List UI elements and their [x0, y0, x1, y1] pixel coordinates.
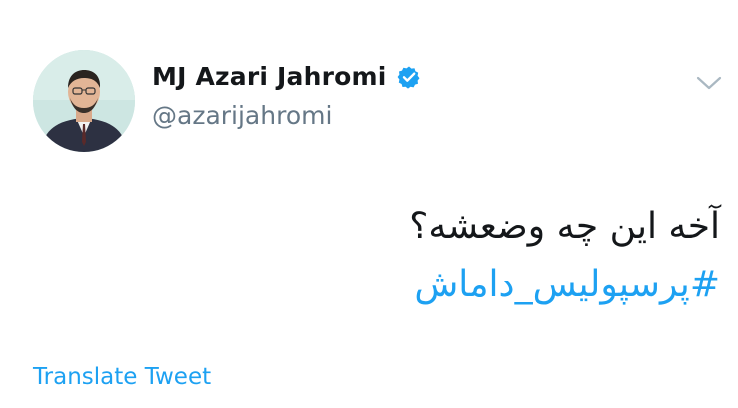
tweet-text: آخه این چه وضعشه؟	[409, 206, 720, 247]
chevron-down-icon[interactable]	[695, 74, 723, 92]
avatar-photo	[33, 50, 135, 152]
display-name[interactable]: MJ Azari Jahromi	[152, 62, 387, 91]
tweet-card: MJ Azari Jahromi @azarijahromi آخه این چ…	[0, 0, 738, 408]
user-handle[interactable]: @azarijahromi	[152, 101, 332, 130]
tweet-body: آخه این چه وضعشه؟ #پرسپولیس_داماش	[409, 198, 720, 314]
author-name-row: MJ Azari Jahromi	[152, 62, 421, 91]
verified-badge-icon	[397, 66, 420, 89]
translate-tweet-link[interactable]: Translate Tweet	[33, 364, 211, 390]
hashtag-link[interactable]: #پرسپولیس_داماش	[414, 264, 720, 305]
avatar[interactable]	[33, 50, 135, 152]
